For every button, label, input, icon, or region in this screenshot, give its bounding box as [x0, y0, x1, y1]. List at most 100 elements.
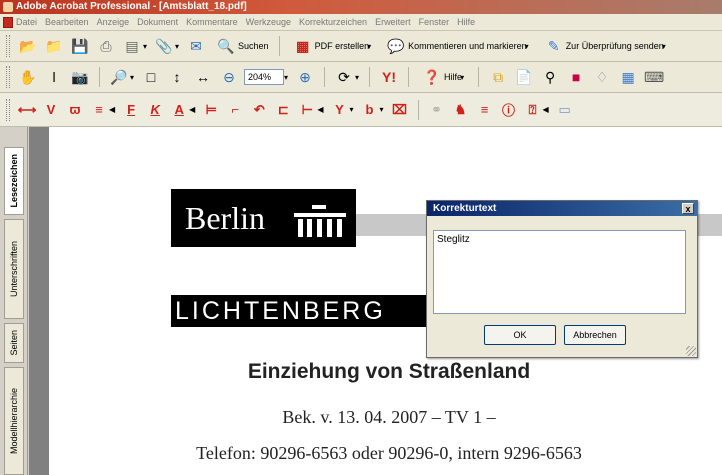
separator: [478, 67, 480, 87]
document-properties-icon[interactable]: 📄: [514, 67, 534, 87]
menu-werkzeuge[interactable]: Werkzeuge: [246, 17, 291, 27]
menu-korrekturzeichen[interactable]: Korrekturzeichen: [299, 17, 367, 27]
fit-page-icon[interactable]: ↕: [167, 67, 187, 87]
menu-datei[interactable]: Datei: [16, 17, 37, 27]
hand-tool-icon[interactable]: ✋: [18, 67, 38, 87]
text-format-icon[interactable]: A: [170, 100, 188, 120]
bekanntmachung-line: Bek. v. 13. 04. 2007 – TV 1 –: [282, 407, 496, 427]
chevron-down-icon[interactable]: ▾: [130, 73, 134, 82]
mark-range-icon[interactable]: ⟷: [18, 100, 37, 120]
create-pdf-button[interactable]: ▦ PDF erstellen ▾: [290, 36, 376, 56]
chevron-down-icon[interactable]: ▾: [349, 105, 353, 114]
separator: [278, 36, 280, 56]
berlin-logo: Berlin: [171, 189, 356, 247]
rotate-view-icon[interactable]: ⟳: [334, 67, 354, 87]
chevron-down-icon[interactable]: ◀: [109, 105, 115, 114]
tab-seiten[interactable]: Seiten: [4, 323, 24, 363]
panel-icon[interactable]: ▭: [556, 100, 574, 120]
delete-mark-icon[interactable]: ϖ: [66, 100, 84, 120]
chevron-down-icon[interactable]: ▾: [284, 73, 288, 82]
proofreading-toolbar: ⟷ V ϖ ≡ ◀ F K A ◀ ⊨ ⌐ ↶ ⊏ ⊢ ◀ Y ▾ b ▾ ⌧ ⚭ ♞ ≡…: [0, 93, 722, 127]
chevron-down-icon[interactable]: ▾: [379, 105, 383, 114]
tab-unterschriften[interactable]: Unterschriften: [4, 219, 24, 319]
cancel-mark-icon[interactable]: ⌧: [391, 100, 409, 120]
comment-markup-button[interactable]: 💬 Kommentieren und markieren ▾: [383, 36, 533, 56]
zoom-level-input[interactable]: 204%: [244, 69, 285, 85]
zoom-in-icon[interactable]: ⊕: [295, 67, 315, 87]
toolbar-grip[interactable]: [6, 98, 10, 121]
dialog-titlebar[interactable]: Korrekturtext x: [427, 201, 697, 216]
separator: [417, 99, 419, 120]
chevron-down-icon[interactable]: ▾: [175, 42, 179, 51]
yahoo-icon[interactable]: Y!: [379, 67, 399, 87]
help-button[interactable]: ❓ Hilfe ▾: [419, 67, 468, 87]
binoculars-icon: 🔍: [217, 37, 235, 54]
chevron-down-icon[interactable]: ◀: [543, 105, 549, 114]
indent-icon[interactable]: ⊢: [298, 100, 316, 120]
color-icon[interactable]: ■: [566, 67, 586, 87]
correction-text-dialog[interactable]: Korrekturtext x Steglitz OK Abbrechen: [426, 200, 698, 358]
cancel-button[interactable]: Abbrechen: [564, 325, 626, 345]
snapshot-icon[interactable]: 📷: [70, 67, 90, 87]
print-icon[interactable]: ⎙: [96, 36, 116, 56]
district-logo: LICHTENBERG: [171, 295, 431, 327]
email-icon[interactable]: ✉: [186, 36, 206, 56]
close-icon[interactable]: x: [682, 203, 694, 214]
menu-hilfe[interactable]: Hilfe: [457, 17, 475, 27]
tab-lesezeichen[interactable]: Lesezeichen: [4, 147, 24, 215]
correction-text-input[interactable]: Steglitz: [433, 230, 686, 314]
chevron-down-icon[interactable]: ▾: [355, 73, 359, 82]
menu-dokument[interactable]: Dokument: [137, 17, 178, 27]
find-icon[interactable]: ⚲: [540, 67, 560, 87]
select-text-icon[interactable]: Ɩ: [44, 67, 64, 87]
typewriter-icon[interactable]: ⌨: [644, 67, 664, 87]
stamp-icon[interactable]: ♢: [592, 67, 612, 87]
question-icon[interactable]: ⍰: [524, 100, 542, 120]
menu-anzeige[interactable]: Anzeige: [97, 17, 130, 27]
italic-mark-icon[interactable]: K: [146, 100, 164, 120]
move-left-icon[interactable]: ⊏: [274, 100, 292, 120]
comment-icon: 💬: [387, 37, 405, 54]
menu-erweitert[interactable]: Erweitert: [375, 17, 411, 27]
menu-fenster[interactable]: Fenster: [419, 17, 450, 27]
file-toolbar: 📂 📁 💾 ⎙ ▤ ▾ 📎 ▾ ✉ 🔍 Suchen ▦ PDF erstellen ▾…: [0, 31, 722, 62]
document-icon[interactable]: [3, 17, 13, 28]
subscript-mark-icon[interactable]: b: [360, 100, 378, 120]
send-review-button[interactable]: ✎ Zur Überprüfung senden ▾: [541, 36, 670, 56]
open-folder-icon[interactable]: 📂: [18, 36, 38, 56]
split-mark-icon[interactable]: Y: [330, 100, 348, 120]
create-pdf-folder-icon[interactable]: 📁: [44, 36, 64, 56]
separator: [408, 67, 410, 87]
ok-button[interactable]: OK: [484, 325, 556, 345]
chevron-down-icon[interactable]: ◀: [189, 105, 195, 114]
save-icon[interactable]: 💾: [70, 36, 90, 56]
pages-icon[interactable]: ⧉: [488, 67, 508, 87]
resize-grip-icon[interactable]: [686, 346, 696, 356]
tab-modellhierarchie-label: Modellhierarchie: [9, 387, 19, 455]
menu-kommentare[interactable]: Kommentare: [186, 17, 238, 27]
image-icon[interactable]: ▦: [618, 67, 638, 87]
info-icon[interactable]: ⓘ: [500, 100, 518, 120]
trash-icon[interactable]: ♞: [452, 100, 470, 120]
chevron-down-icon[interactable]: ◀: [317, 105, 323, 114]
actual-size-icon[interactable]: □: [141, 67, 161, 87]
bold-mark-icon[interactable]: F: [122, 100, 140, 120]
separator: [99, 67, 100, 87]
list-icon[interactable]: ≡: [476, 100, 494, 120]
close-space-icon[interactable]: ≡: [90, 100, 108, 120]
insert-mark-icon[interactable]: V: [42, 100, 60, 120]
attach-icon[interactable]: 📎: [154, 36, 174, 56]
menu-bearbeiten[interactable]: Bearbeiten: [45, 17, 89, 27]
pages-icon[interactable]: ▤: [122, 36, 142, 56]
run-on-icon[interactable]: ↶: [250, 100, 268, 120]
new-paragraph-icon[interactable]: ⌐: [226, 100, 244, 120]
wrong-letter-icon[interactable]: ⊨: [202, 100, 220, 120]
search-button[interactable]: 🔍 Suchen: [213, 36, 268, 56]
zoom-in-tool-icon[interactable]: 🔎: [109, 67, 129, 87]
toolbar-grip[interactable]: [6, 35, 10, 57]
chevron-down-icon[interactable]: ▾: [143, 42, 147, 51]
toolbar-grip[interactable]: [6, 66, 10, 88]
fit-width-icon[interactable]: ↔: [193, 67, 213, 87]
tab-modellhierarchie[interactable]: Modellhierarchie: [4, 367, 24, 475]
zoom-out-icon[interactable]: ⊖: [219, 67, 239, 87]
